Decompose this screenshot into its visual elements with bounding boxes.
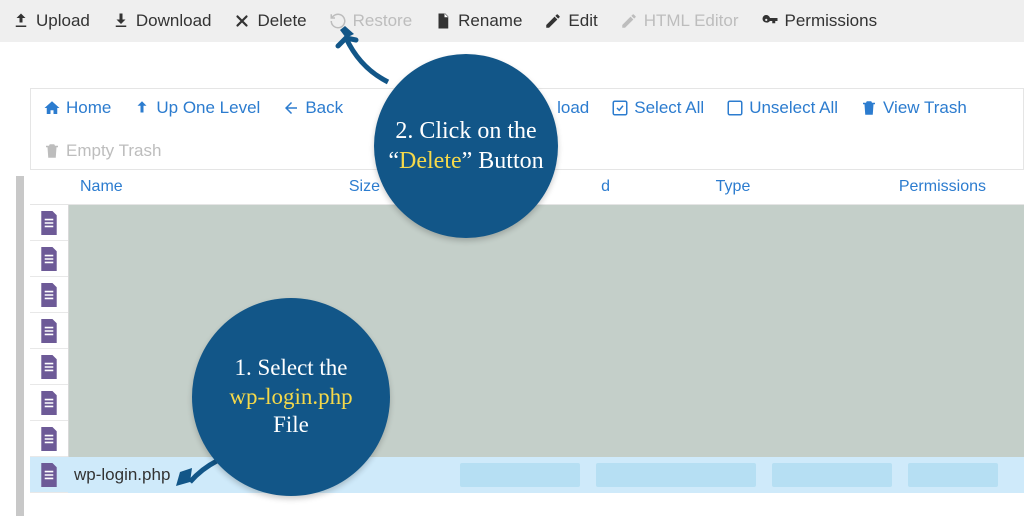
document-icon xyxy=(434,12,452,30)
edit-label: Edit xyxy=(568,11,597,31)
permissions-button[interactable]: Permissions xyxy=(761,11,878,31)
empty-trash-button: Empty Trash xyxy=(43,141,161,161)
file-modified-cell xyxy=(596,463,756,487)
rename-label: Rename xyxy=(458,11,522,31)
file-row[interactable] xyxy=(30,241,1024,277)
callout-text: ” Button xyxy=(462,148,544,174)
file-row[interactable] xyxy=(30,277,1024,313)
x-icon xyxy=(233,12,251,30)
file-icon xyxy=(30,211,68,235)
file-details xyxy=(324,463,1024,487)
file-body-hidden xyxy=(68,241,1024,277)
delete-label: Delete xyxy=(257,11,306,31)
file-row[interactable] xyxy=(30,349,1024,385)
arrow-left-icon xyxy=(282,99,300,117)
delete-button[interactable]: Delete xyxy=(233,11,306,31)
upload-button[interactable]: Upload xyxy=(12,11,90,31)
callout-select: 1. Select the wp-login.php File xyxy=(192,298,390,496)
reload-label: load xyxy=(557,98,589,118)
file-icon xyxy=(30,247,68,271)
callout-highlight: wp-login.php xyxy=(229,384,352,409)
file-body-hidden xyxy=(68,205,1024,241)
home-button[interactable]: Home xyxy=(43,98,111,118)
home-label: Home xyxy=(66,98,111,118)
file-row[interactable] xyxy=(30,385,1024,421)
level-up-icon xyxy=(133,99,151,117)
up-one-level-label: Up One Level xyxy=(156,98,260,118)
back-button[interactable]: Back xyxy=(282,98,343,118)
html-editor-icon xyxy=(620,12,638,30)
left-scrollbar[interactable] xyxy=(16,176,24,516)
up-one-level-button[interactable]: Up One Level xyxy=(133,98,260,118)
col-permissions[interactable]: Permissions xyxy=(856,178,986,196)
file-icon xyxy=(30,427,68,451)
upload-icon xyxy=(12,12,30,30)
unselect-all-button[interactable]: Unselect All xyxy=(726,98,838,118)
view-trash-label: View Trash xyxy=(883,98,967,118)
file-icon xyxy=(30,355,68,379)
file-type-cell xyxy=(772,463,892,487)
callout-arrow-icon xyxy=(330,24,400,94)
view-trash-button[interactable]: View Trash xyxy=(860,98,967,118)
trash-icon xyxy=(860,99,878,117)
square-icon xyxy=(726,99,744,117)
download-label: Download xyxy=(136,11,212,31)
callout-delete-text: 2. Click on the “Delete” Button xyxy=(374,116,558,176)
callout-select-text: 1. Select the wp-login.php File xyxy=(229,354,352,440)
check-square-icon xyxy=(611,99,629,117)
unselect-all-label: Unselect All xyxy=(749,98,838,118)
file-icon xyxy=(30,391,68,415)
pencil-icon xyxy=(544,12,562,30)
main-toolbar: Upload Download Delete Restore Rename Ed… xyxy=(0,0,1024,42)
file-permissions-cell xyxy=(908,463,998,487)
callout-text: 1. Select the xyxy=(234,355,347,380)
download-icon xyxy=(112,12,130,30)
key-icon xyxy=(761,12,779,30)
file-size-cell xyxy=(460,463,580,487)
file-row[interactable] xyxy=(30,313,1024,349)
file-icon xyxy=(30,319,68,343)
col-type[interactable]: Type xyxy=(610,178,856,196)
select-all-button[interactable]: Select All xyxy=(611,98,704,118)
edit-button[interactable]: Edit xyxy=(544,11,597,31)
callout-delete: 2. Click on the “Delete” Button xyxy=(374,54,558,238)
select-all-label: Select All xyxy=(634,98,704,118)
rename-button[interactable]: Rename xyxy=(434,11,522,31)
col-name[interactable]: Name xyxy=(80,178,300,196)
html-editor-label: HTML Editor xyxy=(644,11,739,31)
upload-label: Upload xyxy=(36,11,90,31)
trash-icon xyxy=(43,142,61,160)
html-editor-button: HTML Editor xyxy=(620,11,739,31)
col-size[interactable]: Size xyxy=(300,178,380,196)
empty-trash-label: Empty Trash xyxy=(66,141,161,161)
file-icon xyxy=(30,463,68,487)
reload-button-partial[interactable]: load xyxy=(557,98,589,118)
back-label: Back xyxy=(305,98,343,118)
file-body-hidden xyxy=(68,277,1024,313)
file-icon xyxy=(30,283,68,307)
callout-text: File xyxy=(273,412,309,437)
download-button[interactable]: Download xyxy=(112,11,212,31)
home-icon xyxy=(43,99,61,117)
callout-highlight: Delete xyxy=(399,148,462,174)
permissions-label: Permissions xyxy=(785,11,878,31)
